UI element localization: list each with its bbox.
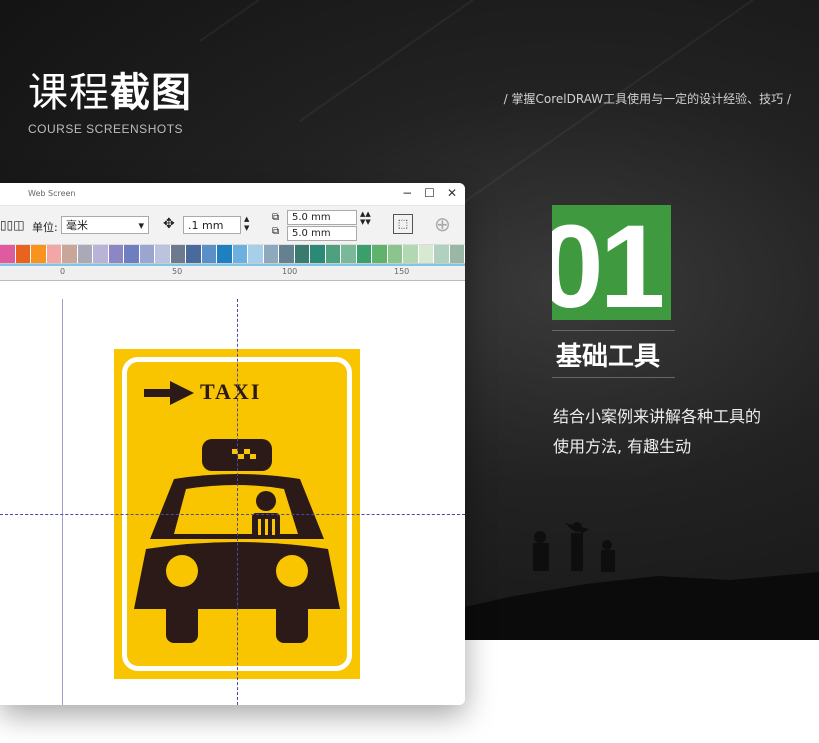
slogan-text: / 掌握CorelDRAW工具使用与一定的设计经验、技巧 / xyxy=(503,92,791,106)
palette-swatch[interactable] xyxy=(325,245,341,263)
palette-swatch[interactable] xyxy=(15,245,31,263)
section-title: 基础工具 xyxy=(556,342,661,372)
app-window: Web Screen − ☐ ✕ ▯▯◫ 单位: 毫米 ▾ ✥ .1 mm ▲ ▼… xyxy=(0,183,465,705)
drawing-canvas[interactable]: TAXI xyxy=(0,299,465,705)
divider-top xyxy=(552,330,675,331)
palette-swatch[interactable] xyxy=(263,245,279,263)
divider-bottom xyxy=(552,377,675,378)
palette-swatch[interactable] xyxy=(294,245,310,263)
section-number: 01 xyxy=(552,205,665,320)
palette-swatch[interactable] xyxy=(46,245,62,263)
palette-swatch[interactable] xyxy=(372,245,388,263)
palette-swatch[interactable] xyxy=(434,245,450,263)
window-controls: − ☐ ✕ xyxy=(402,186,457,200)
palette-swatch[interactable] xyxy=(186,245,202,263)
page-title: 课程截图 COURSE SCREENSHOTS xyxy=(28,60,192,136)
duplicate-stepper[interactable]: ▲▲ ▼▼ xyxy=(360,210,371,226)
close-button[interactable]: ✕ xyxy=(447,186,457,200)
nudge-icon: ✥ xyxy=(163,216,175,232)
page-border xyxy=(62,299,63,705)
palette-swatch[interactable] xyxy=(77,245,93,263)
background-streak xyxy=(199,0,578,42)
palette-swatch[interactable] xyxy=(139,245,155,263)
palette-swatch[interactable] xyxy=(449,245,465,263)
palette-swatch[interactable] xyxy=(62,245,78,263)
palette-swatch[interactable] xyxy=(279,245,295,263)
figures-silhouette xyxy=(533,522,615,572)
color-palette[interactable] xyxy=(0,245,465,264)
unit-label: 单位: xyxy=(32,221,58,234)
palette-swatch[interactable] xyxy=(403,245,419,263)
duplicate-y-input[interactable]: 5.0 mm xyxy=(287,226,357,241)
window-titlebar: Web Screen − ☐ ✕ xyxy=(0,183,465,206)
palette-swatch[interactable] xyxy=(108,245,124,263)
add-icon[interactable]: ⊕ xyxy=(434,212,451,236)
transform-icon[interactable]: ⬚ xyxy=(393,214,413,234)
palette-swatch[interactable] xyxy=(310,245,326,263)
palette-swatch[interactable] xyxy=(170,245,186,263)
property-bar: ▯▯◫ 单位: 毫米 ▾ ✥ .1 mm ▲ ▼ ⧉ ⧉ 5.0 mm 5.0 mm… xyxy=(0,206,465,245)
palette-swatch[interactable] xyxy=(93,245,109,263)
palette-swatch[interactable] xyxy=(217,245,233,263)
ruler-label: 50 xyxy=(172,267,183,276)
description-line: 使用方法, 有趣生动 xyxy=(553,437,692,456)
title-light: 课程 xyxy=(28,70,110,116)
maximize-button[interactable]: ☐ xyxy=(424,186,435,200)
nudge-stepper[interactable]: ▲ ▼ xyxy=(244,215,249,233)
palette-swatch[interactable] xyxy=(0,245,16,263)
unit-select[interactable]: 毫米 ▾ xyxy=(61,216,149,234)
duplicate-distance-icon: ⧉ ⧉ xyxy=(272,212,280,237)
palette-swatch[interactable] xyxy=(155,245,171,263)
align-icon[interactable]: ▯▯◫ xyxy=(0,218,25,232)
ruler-label: 150 xyxy=(394,267,410,276)
section-description: 结合小案例来讲解各种工具的 使用方法, 有趣生动 xyxy=(553,402,813,462)
unit-value: 毫米 xyxy=(66,219,88,232)
duplicate-x-input[interactable]: 5.0 mm xyxy=(287,210,357,225)
palette-swatch[interactable] xyxy=(387,245,403,263)
window-title: Web Screen xyxy=(28,189,76,198)
ruler-label: 100 xyxy=(282,267,298,276)
palette-swatch[interactable] xyxy=(124,245,140,263)
horizontal-guideline[interactable] xyxy=(0,514,465,515)
minimize-button[interactable]: − xyxy=(402,186,412,200)
title-text: 课程截图 xyxy=(28,60,192,118)
section-number-badge: 01 xyxy=(552,205,671,320)
title-subtitle: COURSE SCREENSHOTS xyxy=(28,122,184,136)
vertical-guideline[interactable] xyxy=(237,299,238,705)
palette-swatch[interactable] xyxy=(201,245,217,263)
arrow-right-icon xyxy=(144,381,194,405)
palette-swatch[interactable] xyxy=(248,245,264,263)
palette-swatch[interactable] xyxy=(356,245,372,263)
description-line: 结合小案例来讲解各种工具的 xyxy=(553,407,762,426)
palette-swatch[interactable] xyxy=(31,245,47,263)
palette-swatch[interactable] xyxy=(418,245,434,263)
horizontal-ruler[interactable]: 0 50 100 150 xyxy=(0,264,465,281)
ruler-label: 0 xyxy=(60,267,66,276)
nudge-input[interactable]: .1 mm xyxy=(183,216,241,234)
chevron-down-icon: ▾ xyxy=(138,219,144,232)
palette-swatch[interactable] xyxy=(232,245,248,263)
palette-swatch[interactable] xyxy=(341,245,357,263)
title-bold: 截图 xyxy=(110,70,192,116)
sign-text: TAXI xyxy=(200,379,262,404)
